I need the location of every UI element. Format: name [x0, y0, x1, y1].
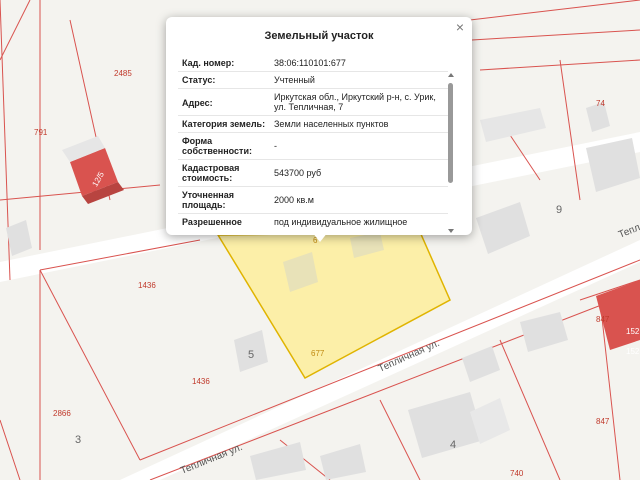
detail-row: Уточненная площадь: 2000 кв.м — [178, 187, 448, 214]
plot-number: 847 — [596, 417, 610, 426]
permitted-use-value: под индивидуальное жилищное — [274, 217, 408, 227]
detail-key: Разрешенное — [182, 217, 242, 227]
plot-number: 2485 — [114, 69, 132, 78]
house-number: 9 — [556, 204, 562, 216]
detail-row: Кадастровая стоимость: 543700 руб — [178, 160, 448, 187]
plot-info-popup: Земельный участок × Кад. номер: 38:06:11… — [166, 17, 472, 235]
popup-scrollbar[interactable] — [448, 73, 454, 233]
area-value: 2000 кв.м — [274, 195, 314, 205]
plot-number: 2866 — [53, 409, 71, 418]
plot-number: 847 — [596, 315, 610, 324]
house-number: 5 — [248, 349, 254, 361]
plot-number: 152 — [626, 347, 640, 356]
ownership-form-value: - — [274, 141, 277, 151]
detail-key: Статус: — [182, 75, 216, 85]
plot-number: 1436 — [138, 281, 156, 290]
detail-row: Статус: Учтенный — [178, 72, 448, 89]
detail-key: Кад. номер: — [182, 58, 235, 68]
detail-row: Разрешенное под индивидуальное жилищное — [178, 214, 448, 229]
land-category-value: Земли населенных пунктов — [274, 119, 389, 129]
detail-key: Адрес: — [182, 98, 213, 108]
scroll-thumb[interactable] — [448, 83, 453, 183]
plot-number: 74 — [596, 99, 605, 108]
detail-key: Форма собственности: — [182, 136, 252, 156]
detail-key: Категория земель: — [182, 119, 266, 129]
house-number: 4 — [450, 439, 456, 451]
plot-number: 740 — [510, 469, 524, 478]
scroll-up-arrow-icon[interactable] — [448, 73, 454, 77]
scroll-down-arrow-icon[interactable] — [448, 229, 454, 233]
detail-row: Адрес: Иркутская обл., Иркутский р-н, с.… — [178, 89, 448, 116]
plot-number: 1436 — [192, 377, 210, 386]
detail-row: Форма собственности: - — [178, 133, 448, 160]
cadastral-value: 543700 руб — [274, 168, 322, 178]
status-value: Учтенный — [274, 75, 315, 85]
popup-title: Земельный участок — [264, 30, 374, 42]
popup-details-table[interactable]: Кад. номер: 38:06:110101:677 Статус: Учт… — [178, 55, 448, 229]
plot-number: 152 — [626, 327, 640, 336]
plot-number-selected: 677 — [311, 349, 325, 358]
detail-row: Категория земель: Земли населенных пункт… — [178, 116, 448, 133]
detail-row: Кад. номер: 38:06:110101:677 — [178, 55, 448, 72]
cadastral-number-value: 38:06:110101:677 — [274, 58, 346, 68]
address-value: Иркутская обл., Иркутский р-н, с. Урик, … — [274, 92, 436, 112]
detail-key: Уточненная площадь: — [182, 190, 234, 210]
popup-pointer — [312, 232, 328, 242]
plot-number: 791 — [34, 128, 48, 137]
detail-key: Кадастровая стоимость: — [182, 163, 240, 183]
house-number: 3 — [75, 434, 81, 446]
close-icon[interactable]: × — [454, 20, 466, 34]
